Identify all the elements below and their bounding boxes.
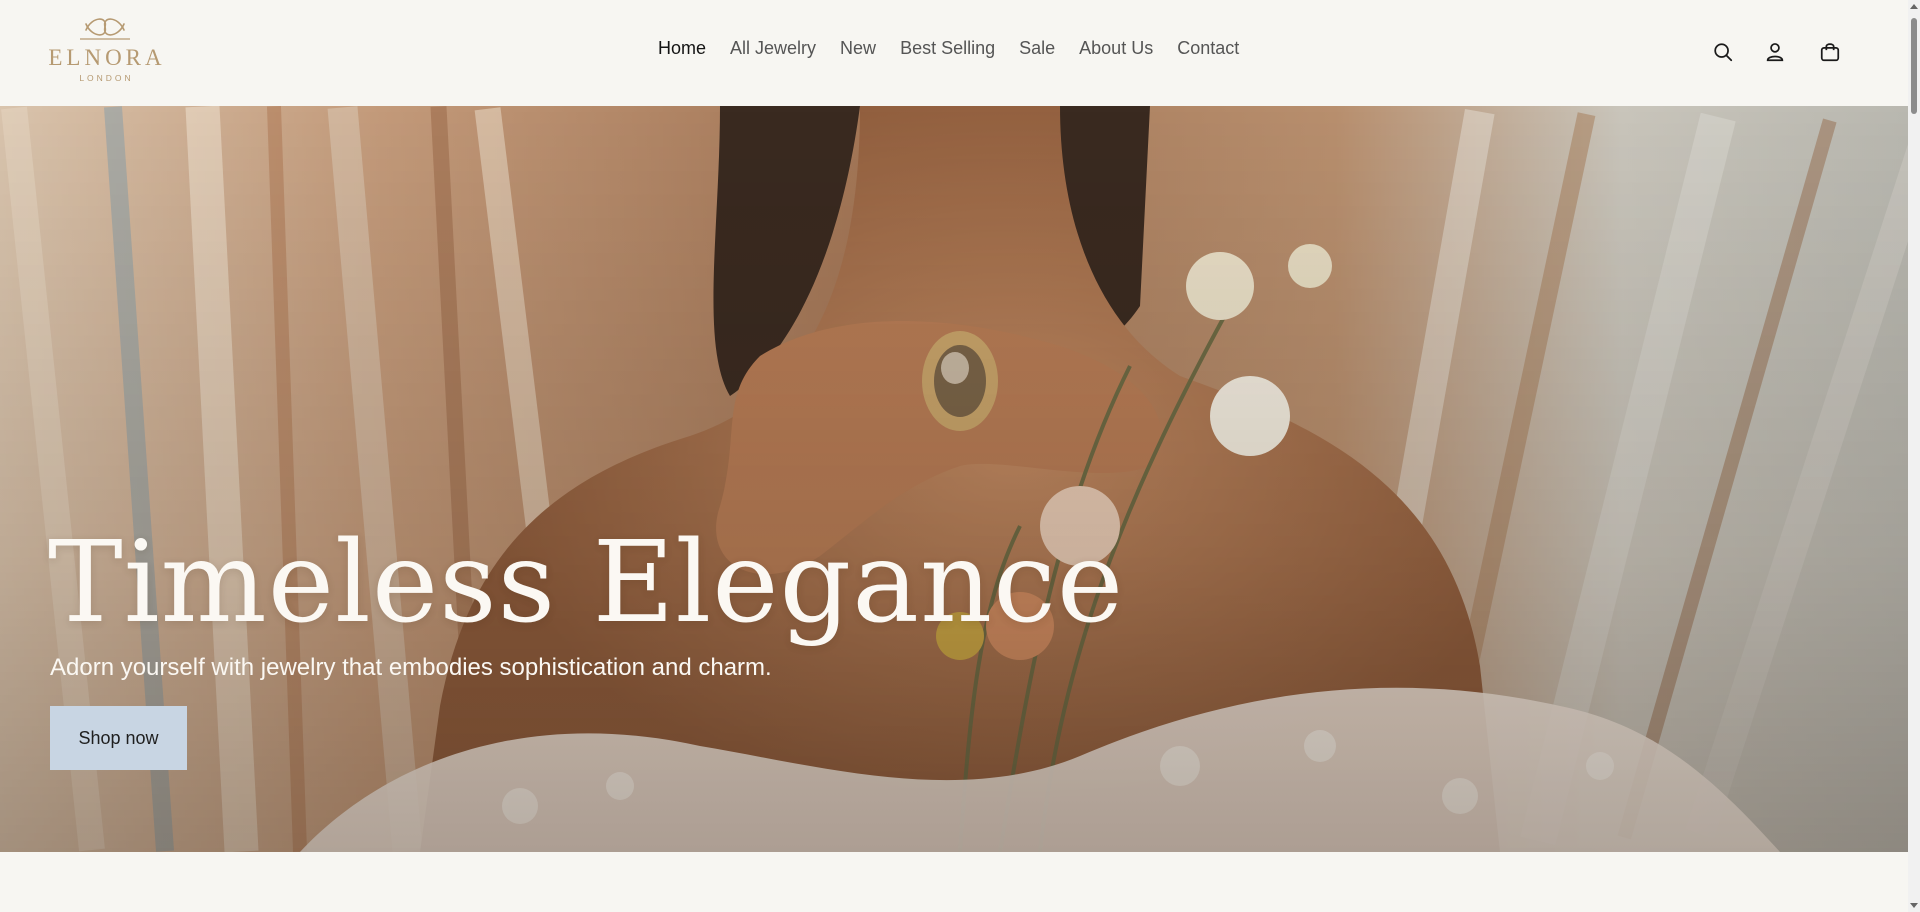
nav-item-about-us[interactable]: About Us — [1079, 38, 1153, 59]
next-section — [0, 852, 1908, 912]
shopping-bag-icon[interactable] — [1818, 40, 1842, 64]
hero-subtitle: Adorn yourself with jewelry that embodie… — [50, 654, 772, 681]
nav-item-new[interactable]: New — [840, 38, 876, 59]
shop-now-button[interactable]: Shop now — [50, 706, 187, 770]
page-scrollbar[interactable] — [1908, 0, 1920, 912]
nav-item-contact[interactable]: Contact — [1177, 38, 1239, 59]
nav-item-home[interactable]: Home — [658, 38, 706, 59]
search-icon[interactable] — [1711, 40, 1735, 64]
nav-item-best-selling[interactable]: Best Selling — [900, 38, 995, 59]
brand-logo[interactable]: ELNORA LONDON — [48, 12, 162, 90]
nav-item-all-jewelry[interactable]: All Jewelry — [730, 38, 816, 59]
site-header: ELNORA LONDON Home All Jewelry New Best … — [0, 0, 1908, 106]
hero-image — [0, 106, 1908, 852]
scroll-up-icon[interactable] — [1910, 4, 1918, 9]
header-actions — [1711, 40, 1842, 64]
hero-title: Timeless Elegance — [48, 518, 1125, 648]
nav-item-sale[interactable]: Sale — [1019, 38, 1055, 59]
brand-tagline: LONDON — [79, 73, 134, 83]
main-nav: Home All Jewelry New Best Selling Sale A… — [658, 38, 1239, 59]
user-icon[interactable] — [1763, 40, 1787, 64]
brand-name: ELNORA — [48, 45, 166, 70]
scroll-down-icon[interactable] — [1910, 903, 1918, 908]
hero-banner: Timeless Elegance Adorn yourself with je… — [0, 106, 1908, 852]
scrollbar-thumb[interactable] — [1911, 18, 1917, 114]
logo-emblem-icon — [80, 18, 130, 40]
